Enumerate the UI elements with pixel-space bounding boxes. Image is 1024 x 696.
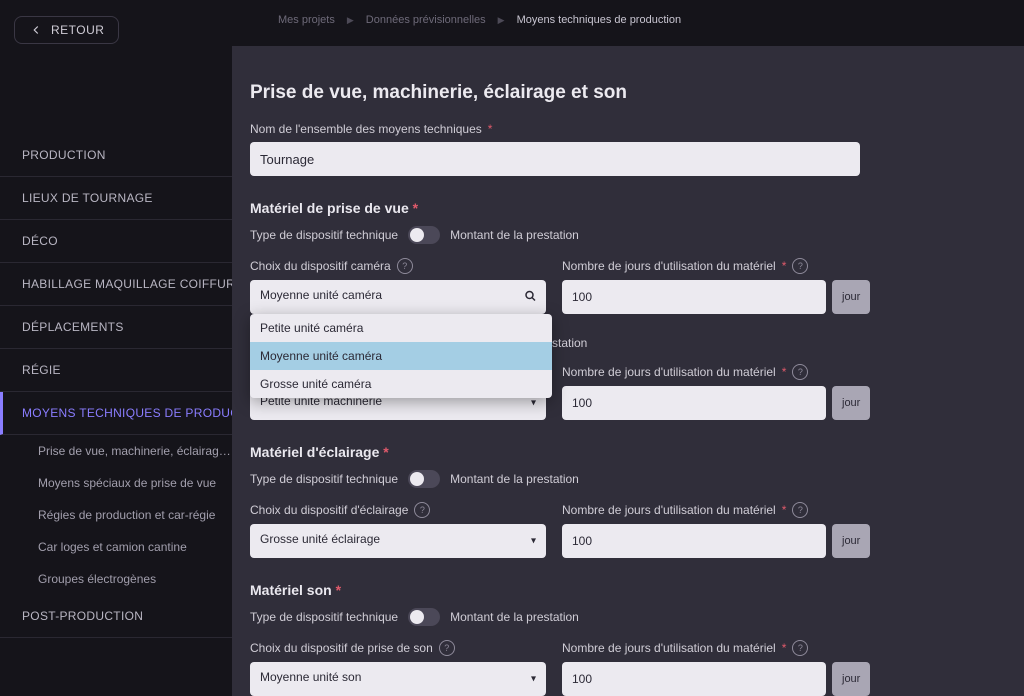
help-icon[interactable]: ? bbox=[397, 258, 413, 274]
form-content: Prise de vue, machinerie, éclairage et s… bbox=[232, 46, 1024, 696]
sidebar-item-habillage[interactable]: HABILLAGE MAQUILLAGE COIFFURE bbox=[0, 263, 232, 306]
partial-covered-text: station bbox=[552, 336, 587, 350]
sidebar-item-deco[interactable]: DÉCO bbox=[0, 220, 232, 263]
eclairage-choice-label: Choix du dispositif d'éclairage bbox=[250, 503, 408, 517]
breadcrumb-current: Moyens techniques de production bbox=[517, 14, 682, 26]
days-label: Nombre de jours d'utilisation du matérie… bbox=[562, 503, 776, 517]
camera-select-value: Moyenne unité caméra bbox=[260, 288, 382, 302]
eclairage-toggle[interactable] bbox=[408, 470, 440, 488]
son-choice-label: Choix du dispositif de prise de son bbox=[250, 641, 433, 655]
sidebar: RETOUR PRODUCTION LIEUX DE TOURNAGE DÉCO… bbox=[0, 0, 232, 683]
sidebar-item-regie[interactable]: RÉGIE bbox=[0, 349, 232, 392]
main-area: Mes projets ▶ Données prévisionnelles ▶ … bbox=[232, 0, 1024, 683]
toggle-left-label: Type de dispositif technique bbox=[250, 228, 398, 242]
sidebar-nav: PRODUCTION LIEUX DE TOURNAGE DÉCO HABILL… bbox=[0, 134, 232, 638]
section-son-title: Matériel son * bbox=[250, 582, 976, 598]
sidebar-sub-car-loges[interactable]: Car loges et camion cantine bbox=[0, 531, 232, 563]
chevron-right-icon: ▶ bbox=[347, 15, 354, 26]
camera-dropdown-list: Petite unité caméra Moyenne unité caméra… bbox=[250, 314, 552, 398]
days-unit: jour bbox=[832, 386, 870, 420]
back-button[interactable]: RETOUR bbox=[14, 16, 119, 44]
breadcrumb-item[interactable]: Données prévisionnelles bbox=[366, 14, 486, 26]
son-select[interactable]: Moyenne unité son ▾ bbox=[250, 662, 546, 696]
help-icon[interactable]: ? bbox=[792, 502, 808, 518]
search-icon bbox=[524, 290, 536, 305]
camera-select[interactable]: Moyenne unité caméra bbox=[250, 280, 546, 314]
days-unit: jour bbox=[832, 662, 870, 696]
son-toggle[interactable] bbox=[408, 608, 440, 626]
sidebar-item-lieux[interactable]: LIEUX DE TOURNAGE bbox=[0, 177, 232, 220]
section-camera-title: Matériel de prise de vue * bbox=[250, 200, 976, 216]
chevron-right-icon: ▶ bbox=[498, 15, 505, 26]
son-toggle-row: Type de dispositif technique Montant de … bbox=[250, 608, 976, 626]
camera-toggle-row: Type de dispositif technique Montant de … bbox=[250, 226, 976, 244]
sidebar-item-post-production[interactable]: POST-PRODUCTION bbox=[0, 595, 232, 638]
sidebar-item-production[interactable]: PRODUCTION bbox=[0, 134, 232, 177]
toggle-right-label: Montant de la prestation bbox=[450, 610, 579, 624]
page-title: Prise de vue, machinerie, éclairage et s… bbox=[250, 82, 976, 104]
sidebar-sub-regies-production[interactable]: Régies de production et car-régie bbox=[0, 499, 232, 531]
toggle-left-label: Type de dispositif technique bbox=[250, 472, 398, 486]
camera-choice-label: Choix du dispositif caméra bbox=[250, 259, 391, 273]
days-unit: jour bbox=[832, 280, 870, 314]
help-icon[interactable]: ? bbox=[414, 502, 430, 518]
back-label: RETOUR bbox=[51, 23, 104, 37]
camera-option[interactable]: Moyenne unité caméra bbox=[250, 342, 552, 370]
name-label: Nom de l'ensemble des moyens techniques bbox=[250, 122, 482, 136]
arrow-left-icon bbox=[29, 23, 43, 37]
eclairage-days-input[interactable] bbox=[562, 524, 826, 558]
sidebar-sub-groupes-electrogenes[interactable]: Groupes électrogènes bbox=[0, 563, 232, 595]
section-eclairage-title: Matériel d'éclairage * bbox=[250, 444, 976, 460]
eclairage-toggle-row: Type de dispositif technique Montant de … bbox=[250, 470, 976, 488]
chevron-down-icon: ▾ bbox=[531, 398, 536, 409]
toggle-left-label: Type de dispositif technique bbox=[250, 610, 398, 624]
sidebar-sub-prise-de-vue[interactable]: Prise de vue, machinerie, éclairage et s… bbox=[0, 435, 232, 467]
machinerie-days-input[interactable] bbox=[562, 386, 826, 420]
required-marker: * bbox=[488, 122, 493, 136]
chevron-down-icon: ▾ bbox=[531, 536, 536, 547]
camera-option[interactable]: Grosse unité caméra bbox=[250, 370, 552, 398]
eclairage-select[interactable]: Grosse unité éclairage ▾ bbox=[250, 524, 546, 558]
breadcrumb-item[interactable]: Mes projets bbox=[278, 14, 335, 26]
days-label: Nombre de jours d'utilisation du matérie… bbox=[562, 365, 776, 379]
days-label: Nombre de jours d'utilisation du matérie… bbox=[562, 259, 776, 273]
days-label: Nombre de jours d'utilisation du matérie… bbox=[562, 641, 776, 655]
sidebar-item-moyens-techniques[interactable]: MOYENS TECHNIQUES DE PRODUCTION bbox=[0, 392, 232, 435]
breadcrumb: Mes projets ▶ Données prévisionnelles ▶ … bbox=[232, 0, 1024, 26]
help-icon[interactable]: ? bbox=[792, 640, 808, 656]
help-icon[interactable]: ? bbox=[792, 364, 808, 380]
days-unit: jour bbox=[832, 524, 870, 558]
toggle-right-label: Montant de la prestation bbox=[450, 228, 579, 242]
camera-toggle[interactable] bbox=[408, 226, 440, 244]
toggle-right-label: Montant de la prestation bbox=[450, 472, 579, 486]
camera-days-input[interactable] bbox=[562, 280, 826, 314]
sidebar-item-deplacements[interactable]: DÉPLACEMENTS bbox=[0, 306, 232, 349]
camera-option[interactable]: Petite unité caméra bbox=[250, 314, 552, 342]
son-days-input[interactable] bbox=[562, 662, 826, 696]
sidebar-sub-moyens-speciaux[interactable]: Moyens spéciaux de prise de vue bbox=[0, 467, 232, 499]
eclairage-select-value: Grosse unité éclairage bbox=[260, 532, 380, 546]
help-icon[interactable]: ? bbox=[792, 258, 808, 274]
help-icon[interactable]: ? bbox=[439, 640, 455, 656]
name-input[interactable] bbox=[250, 142, 860, 176]
son-select-value: Moyenne unité son bbox=[260, 670, 361, 684]
